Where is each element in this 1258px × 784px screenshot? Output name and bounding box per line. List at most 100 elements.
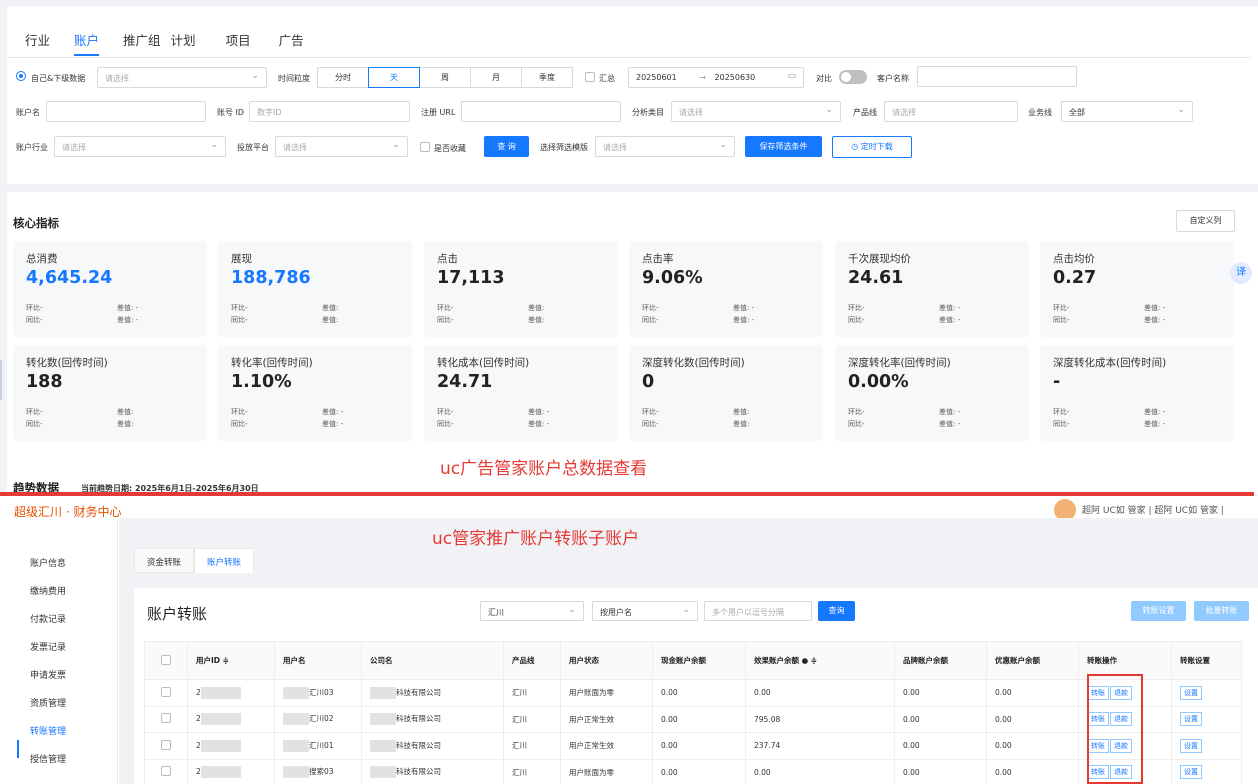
settings-button[interactable]: 设置	[1180, 738, 1202, 753]
industry-select[interactable]: 请选择 ⌄	[54, 136, 226, 157]
metric-mom-diff: 差值: -	[939, 304, 961, 312]
custom-columns-button[interactable]: 自定义列	[1176, 210, 1235, 232]
granularity-month[interactable]: 月	[470, 67, 522, 88]
metric-title: 转化成本(回传时间)	[437, 357, 530, 369]
batch-transfer-button[interactable]: 批量转账	[1194, 601, 1249, 621]
query-button[interactable]: 查 询	[484, 136, 529, 157]
sidebar-item-credit[interactable]: 授信管理	[30, 752, 66, 765]
metric-mom: 环比-	[26, 408, 43, 416]
left-edge-marker	[0, 360, 2, 400]
granularity-quarter[interactable]: 季度	[521, 67, 573, 88]
date-range-picker[interactable]: 20250601 → 20250630 ▭	[628, 67, 804, 88]
redacted-block	[283, 713, 309, 726]
select-all-checkbox[interactable]	[161, 654, 171, 665]
platform-select[interactable]: 请选择 ⌄	[275, 136, 408, 157]
user-search-input[interactable]: 多个用户以逗号分隔	[704, 601, 812, 621]
granularity-day[interactable]: 天	[368, 67, 420, 88]
tab-industry[interactable]: 行业	[25, 30, 50, 56]
tab-adgroup[interactable]: 推广组	[123, 30, 161, 56]
metric-yoy: 同比-	[437, 420, 454, 428]
reg-url-input[interactable]	[461, 101, 621, 122]
company-text: 科技有限公司	[396, 687, 441, 697]
metric-yoy: 同比-	[231, 316, 248, 324]
search-type-select[interactable]: 按用户名 ⌄	[592, 601, 698, 621]
date-end: 20250630	[714, 73, 756, 82]
customer-label: 客户名称	[877, 74, 909, 83]
scope-select-value: 请选择	[105, 74, 129, 83]
row-checkbox[interactable]	[161, 686, 171, 697]
business-select[interactable]: 全部 ⌄	[1061, 101, 1193, 122]
chevron-down-icon: ⌄	[568, 605, 576, 615]
metric-yoy: 同比-	[26, 316, 43, 324]
transfer-query-button[interactable]: 查询	[818, 601, 855, 621]
sidebar-item-invoice-records[interactable]: 发票记录	[30, 640, 66, 653]
business-select-value: 全部	[1069, 108, 1085, 117]
granularity-hour[interactable]: 分时	[317, 67, 369, 88]
product-select[interactable]: 请选择	[884, 101, 1018, 122]
sidebar-item-account-info[interactable]: 账户信息	[30, 556, 66, 569]
translate-button[interactable]: 译	[1230, 262, 1252, 284]
metric-card: 转化数(回传时间) 188 环比- 差值: 同比- 差值:	[13, 345, 207, 441]
row-select-cell	[144, 732, 188, 760]
tab-account[interactable]: 账户	[74, 30, 100, 56]
settings-button[interactable]: 设置	[1180, 765, 1202, 780]
summary-checkbox[interactable]	[585, 72, 595, 82]
granularity-week[interactable]: 周	[419, 67, 471, 88]
col-effect-balance[interactable]: 效果账户余额 ● ≑	[745, 641, 895, 680]
reg-url-label: 注册 URL	[421, 108, 456, 117]
cell-user-id: 2	[187, 732, 275, 760]
compare-toggle[interactable]	[839, 70, 867, 84]
sidebar-item-apply-invoice[interactable]: 申请发票	[30, 668, 66, 681]
col-username: 用户名	[274, 641, 362, 680]
cell-cash: 0.00	[652, 705, 746, 733]
scope-select[interactable]: 请选择 ⌄	[97, 67, 267, 88]
tab-plan[interactable]: 计划	[171, 30, 196, 56]
core-metrics-title: 核心指标	[13, 216, 59, 230]
analysis-select[interactable]: 请选择 ⌄	[671, 101, 841, 122]
panel-title: 账户转账	[147, 605, 208, 623]
col-user-id[interactable]: 用户ID ≑	[187, 641, 275, 680]
row-checkbox[interactable]	[161, 739, 171, 750]
metric-yoy: 同比-	[1053, 316, 1070, 324]
sidebar-item-payment-records[interactable]: 付款记录	[30, 612, 66, 625]
account-name-input[interactable]	[46, 101, 206, 122]
redacted-block	[283, 739, 309, 752]
sidebar-item-transfer[interactable]: 转账管理	[30, 724, 66, 737]
chevron-down-icon: ⌄	[392, 140, 400, 150]
tab-account-transfer[interactable]: 账户转账	[194, 548, 255, 573]
transfer-settings-button[interactable]: 转账设置	[1131, 601, 1186, 621]
download-label: 定时下载	[860, 142, 893, 151]
metric-card: 转化成本(回传时间) 24.71 环比- 差值: - 同比- 差值: -	[424, 345, 618, 441]
metric-mom-diff: 差值: -	[1144, 408, 1166, 416]
template-select[interactable]: 请选择 ⌄	[595, 136, 735, 157]
search-type-value: 按用户名	[600, 608, 632, 617]
product-line-select[interactable]: 汇川 ⌄	[480, 601, 584, 621]
metric-mom: 环比-	[231, 304, 248, 312]
tab-ad[interactable]: 广告	[279, 30, 304, 56]
scope-radio[interactable]	[16, 71, 26, 81]
tab-project[interactable]: 项目	[226, 30, 251, 56]
sidebar-item-pay-fees[interactable]: 缴纳费用	[30, 584, 66, 597]
metric-mom-diff: 差值: -	[528, 408, 550, 416]
cell-username: 汇川02	[274, 705, 362, 733]
save-filter-button[interactable]: 保存筛选条件	[745, 136, 822, 157]
metric-yoy-diff: 差值: -	[939, 420, 961, 428]
settings-button[interactable]: 设置	[1180, 685, 1202, 700]
cell-discount: 0.00	[986, 705, 1079, 733]
tab-fund-transfer[interactable]: 资金转账	[134, 548, 195, 573]
metric-mom: 环比-	[26, 304, 43, 312]
row-checkbox[interactable]	[161, 766, 171, 777]
customer-input[interactable]	[917, 66, 1077, 87]
chevron-down-icon: ⌄	[210, 140, 218, 150]
sidebar-item-qualification[interactable]: 资质管理	[30, 696, 66, 709]
granularity-segment: 分时 天 周 月 季度	[317, 67, 573, 88]
account-id-input[interactable]: 数字ID	[249, 101, 410, 122]
cell-company: 科技有限公司	[361, 705, 504, 733]
scheduled-download-button[interactable]: ◷ 定时下载	[832, 136, 912, 158]
calendar-icon: ▭	[787, 71, 796, 81]
fav-checkbox[interactable]	[420, 142, 430, 152]
settings-button[interactable]: 设置	[1180, 712, 1202, 727]
row-checkbox[interactable]	[161, 713, 171, 724]
account-switcher[interactable]: 超阿 UC如 管家 | 超阿 UC如 管家 |	[1082, 503, 1224, 516]
table-body: 2 汇川03 科技有限公司 汇川 用户账面为零 0.00 0.00 0.00 0.00 转账 退款设…	[144, 679, 1242, 784]
